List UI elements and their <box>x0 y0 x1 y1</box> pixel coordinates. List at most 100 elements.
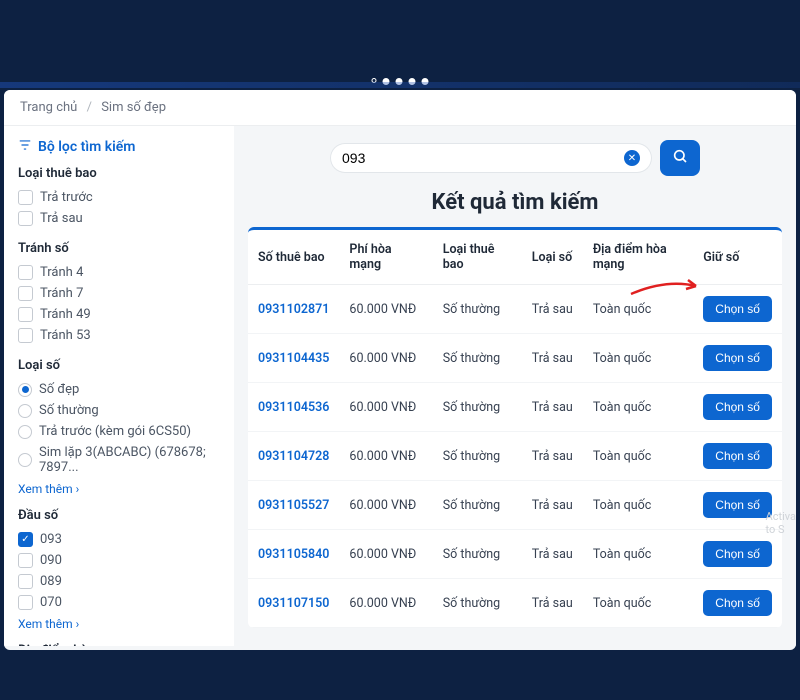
cell-phone[interactable]: 0931102871 <box>248 285 339 334</box>
cell-phone[interactable]: 0931105527 <box>248 481 339 530</box>
cell-type: Số thường <box>433 334 522 383</box>
cell-fee: 60.000 VNĐ <box>339 285 432 334</box>
filter-title: Bộ lọc tìm kiếm <box>18 138 220 156</box>
cell-loc: Toàn quốc <box>583 334 693 383</box>
choose-button[interactable]: Chọn số <box>703 590 772 616</box>
filter-option[interactable]: 093 <box>18 529 220 550</box>
filter-option[interactable]: Tránh 49 <box>18 304 220 325</box>
cell-fee: 60.000 VNĐ <box>339 530 432 579</box>
checkbox[interactable] <box>18 574 33 589</box>
filter-option[interactable]: 089 <box>18 571 220 592</box>
option-label: 090 <box>40 553 62 568</box>
filter-option[interactable]: Số thường <box>18 400 220 421</box>
radio[interactable] <box>18 383 32 397</box>
chevron-right-icon: › <box>76 617 80 631</box>
cell-sub: Trả sau <box>522 285 583 334</box>
cell-fee: 60.000 VNĐ <box>339 579 432 628</box>
radio[interactable] <box>18 425 32 439</box>
filter-option[interactable]: Trả trước <box>18 187 220 208</box>
cell-phone[interactable]: 0931107150 <box>248 579 339 628</box>
results-table: Số thuê bao Phí hòa mạng Loại thuê bao L… <box>248 230 782 628</box>
checkbox[interactable] <box>18 595 33 610</box>
checkbox[interactable] <box>18 190 33 205</box>
group-title: Loại số <box>18 358 220 373</box>
filter-icon <box>18 138 32 156</box>
cell-action: Chọn số <box>693 285 782 334</box>
group-title: Tránh số <box>18 241 220 256</box>
option-label: Sim lặp 3(ABCABC) (678678; 7897... <box>39 445 220 475</box>
see-more-link[interactable]: Xem thêm› <box>18 617 220 631</box>
checkbox[interactable] <box>18 328 33 343</box>
cell-sub: Trả sau <box>522 383 583 432</box>
cell-phone[interactable]: 0931104536 <box>248 383 339 432</box>
cell-loc: Toàn quốc <box>583 481 693 530</box>
search-icon <box>672 148 688 168</box>
radio[interactable] <box>18 404 32 418</box>
filter-group-subscription: Loại thuê bao Trả trước Trả sau <box>18 166 220 229</box>
checkbox[interactable] <box>18 532 33 547</box>
cell-type: Số thường <box>433 383 522 432</box>
cell-fee: 60.000 VNĐ <box>339 334 432 383</box>
checkbox[interactable] <box>18 553 33 568</box>
cell-type: Số thường <box>433 579 522 628</box>
checkbox[interactable] <box>18 265 33 280</box>
option-label: Trả sau <box>40 211 83 226</box>
filter-option[interactable]: 090 <box>18 550 220 571</box>
checkbox[interactable] <box>18 211 33 226</box>
see-more-link[interactable]: Xem thêm› <box>18 482 220 496</box>
cell-phone[interactable]: 0931104728 <box>248 432 339 481</box>
cell-action: Chọn số <box>693 383 782 432</box>
choose-button[interactable]: Chọn số <box>703 296 772 322</box>
main-panel: Trang chủ / Sim số đẹp Bộ lọc tìm kiếm L… <box>4 90 796 650</box>
choose-button[interactable]: Chọn số <box>703 443 772 469</box>
cell-loc: Toàn quốc <box>583 383 693 432</box>
cell-action: Chọn số <box>693 334 782 383</box>
choose-button[interactable]: Chọn số <box>703 394 772 420</box>
cell-action: Chọn số <box>693 579 782 628</box>
cell-loc: Toàn quốc <box>583 530 693 579</box>
radio[interactable] <box>18 453 32 467</box>
watermark-line: Activa <box>766 510 796 523</box>
choose-button[interactable]: Chọn số <box>703 541 772 567</box>
checkbox[interactable] <box>18 286 33 301</box>
filter-option[interactable]: Sim lặp 3(ABCABC) (678678; 7897... <box>18 442 220 478</box>
option-label: Tránh 49 <box>40 307 91 322</box>
cell-sub: Trả sau <box>522 334 583 383</box>
see-more-label: Xem thêm <box>18 617 73 631</box>
cell-phone[interactable]: 0931104435 <box>248 334 339 383</box>
table-row: 093110443560.000 VNĐSố thườngTrả sauToàn… <box>248 334 782 383</box>
clear-icon[interactable]: ✕ <box>624 150 640 166</box>
col-phone: Số thuê bao <box>248 230 339 285</box>
filter-option[interactable]: Tránh 53 <box>18 325 220 346</box>
filter-sidebar: Bộ lọc tìm kiếm Loại thuê bao Trả trước … <box>4 126 234 646</box>
group-title: Loại thuê bao <box>18 166 220 181</box>
filter-option[interactable]: 070 <box>18 592 220 613</box>
choose-button[interactable]: Chọn số <box>703 492 772 518</box>
page-header <box>0 0 800 90</box>
cell-action: Chọn số <box>693 530 782 579</box>
breadcrumb-home[interactable]: Trang chủ <box>20 100 77 115</box>
col-fee: Phí hòa mạng <box>339 230 432 285</box>
table-row: 093110552760.000 VNĐSố thườngTrả sauToàn… <box>248 481 782 530</box>
filter-option[interactable]: Trả sau <box>18 208 220 229</box>
col-hold: Giữ số <box>693 230 782 285</box>
filter-option[interactable]: Số đẹp <box>18 379 220 400</box>
cell-loc: Toàn quốc <box>583 579 693 628</box>
filter-option[interactable]: Tránh 7 <box>18 283 220 304</box>
chevron-right-icon: › <box>76 482 80 496</box>
breadcrumb: Trang chủ / Sim số đẹp <box>4 90 796 126</box>
search-input[interactable] <box>342 150 624 166</box>
cell-phone[interactable]: 0931105840 <box>248 530 339 579</box>
see-more-label: Xem thêm <box>18 482 73 496</box>
cell-fee: 60.000 VNĐ <box>339 383 432 432</box>
choose-button[interactable]: Chọn số <box>703 345 772 371</box>
search-button[interactable] <box>660 140 700 176</box>
checkbox[interactable] <box>18 307 33 322</box>
search-input-wrap[interactable]: ✕ <box>330 143 652 173</box>
option-label: Tránh 53 <box>40 328 91 343</box>
option-label: Tránh 7 <box>40 286 83 301</box>
option-label: Trả trước (kèm gói 6CS50) <box>39 424 191 439</box>
filter-option[interactable]: Tránh 4 <box>18 262 220 283</box>
option-label: Số đẹp <box>39 382 79 397</box>
filter-option[interactable]: Trả trước (kèm gói 6CS50) <box>18 421 220 442</box>
